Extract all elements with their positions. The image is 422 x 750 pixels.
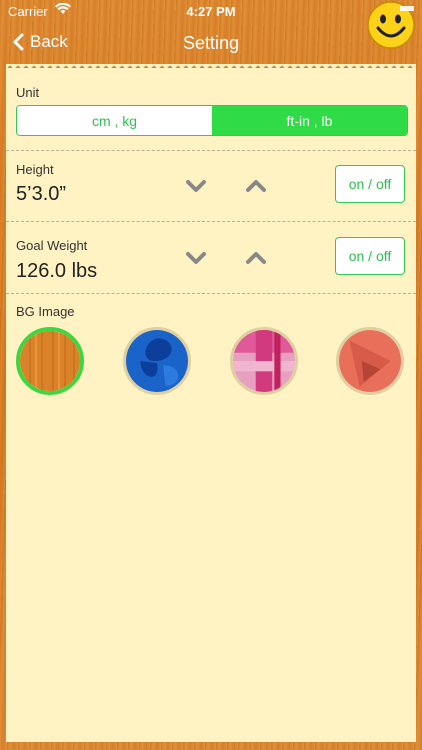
bg-image-label: BG Image — [16, 304, 75, 319]
clock: 4:27 PM — [186, 4, 236, 19]
goal-weight-increase-arrow-icon[interactable] — [245, 251, 267, 265]
bg-option-blue-petals[interactable] — [123, 327, 191, 395]
smiley-icon[interactable] — [366, 0, 416, 50]
height-value: 5’3.0” — [16, 183, 67, 205]
divider — [6, 150, 416, 151]
bg-option-wood-orange[interactable] — [16, 327, 84, 395]
unit-label: Unit — [16, 85, 40, 100]
bg-option-pink-plaid[interactable] — [230, 327, 298, 395]
unit-option-metric[interactable]: cm , kg — [17, 106, 212, 135]
coral-abstract-icon — [339, 330, 401, 392]
height-toggle-button[interactable]: on / off — [335, 165, 405, 203]
unit-option-imperial[interactable]: ft-in , lb — [212, 106, 407, 135]
page-title: Setting — [182, 33, 240, 53]
wood-texture-icon — [20, 331, 80, 391]
goal-weight-decrease-arrow-icon[interactable] — [185, 251, 207, 265]
height-decrease-arrow-icon[interactable] — [185, 179, 207, 193]
height-increase-arrow-icon[interactable] — [245, 179, 267, 193]
blue-petals-icon — [126, 330, 188, 392]
goal-weight-toggle-button[interactable]: on / off — [335, 237, 405, 275]
goal-weight-label: Goal Weight — [16, 238, 88, 253]
bg-option-coral-abstract[interactable] — [336, 327, 404, 395]
nav-bar: Back Setting — [0, 22, 422, 68]
unit-segmented-control[interactable]: cm , kg ft-in , lb — [16, 105, 408, 136]
status-bar: Carrier 4:27 PM — [0, 0, 422, 22]
divider — [6, 221, 416, 222]
settings-panel: Unit cm , kg ft-in , lb Height 5’3.0” on… — [6, 64, 416, 742]
panel-edge — [6, 64, 416, 72]
pink-plaid-icon — [233, 330, 295, 392]
goal-weight-value: 126.0 lbs — [16, 260, 98, 282]
height-label: Height — [16, 162, 54, 177]
divider — [6, 293, 416, 294]
